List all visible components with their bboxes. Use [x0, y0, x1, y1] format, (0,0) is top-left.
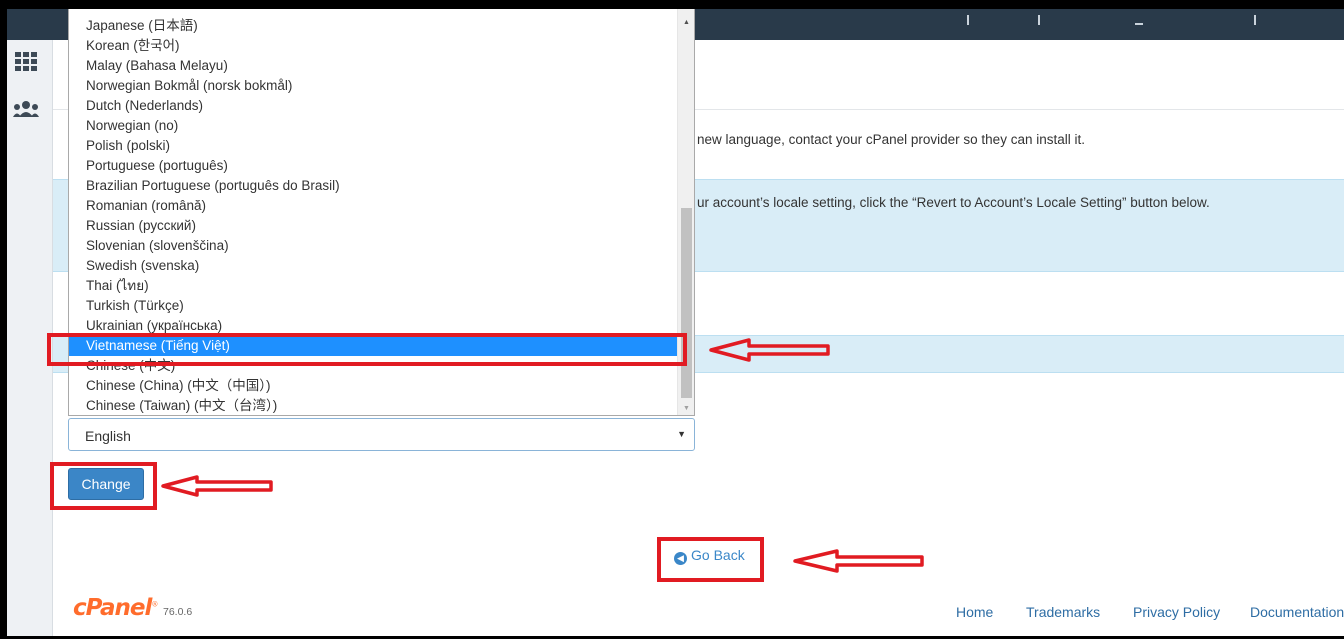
language-option[interactable]: Korean (한국어): [69, 36, 677, 56]
header-mark: [1135, 23, 1143, 25]
language-option[interactable]: Dutch (Nederlands): [69, 96, 677, 116]
language-option[interactable]: Japanese (日本語): [69, 16, 677, 36]
annotation-arrow-icon: [709, 338, 830, 362]
scrollbar-thumb[interactable]: [681, 208, 692, 398]
footer-link-home[interactable]: Home: [956, 604, 993, 620]
language-option[interactable]: Brazilian Portuguese (português do Brasi…: [69, 176, 677, 196]
header-mark: [967, 15, 969, 25]
footer-link-documentation[interactable]: Documentation: [1250, 604, 1344, 620]
language-option[interactable]: Turkish (Türkçe): [69, 296, 677, 316]
language-option[interactable]: Polish (polski): [69, 136, 677, 156]
footer-link-trademarks[interactable]: Trademarks: [1026, 604, 1100, 620]
language-option[interactable]: Thai (ไทย): [69, 276, 677, 296]
language-option[interactable]: Portuguese (português): [69, 156, 677, 176]
language-option[interactable]: Chinese (Taiwan) (中文（台湾）): [69, 396, 677, 415]
language-option[interactable]: Malay (Bahasa Melayu): [69, 56, 677, 76]
language-option[interactable]: Norwegian (no): [69, 116, 677, 136]
footer-link-privacy[interactable]: Privacy Policy: [1133, 604, 1220, 620]
language-select[interactable]: English ▼: [68, 418, 695, 451]
language-option[interactable]: Romanian (română): [69, 196, 677, 216]
annotation-arrow-icon: [161, 475, 273, 497]
scroll-down-icon[interactable]: ▼: [683, 405, 690, 412]
users-icon[interactable]: [13, 100, 39, 123]
language-option[interactable]: Norwegian Bokmål (norsk bokmål): [69, 76, 677, 96]
language-option[interactable]: Russian (русский): [69, 216, 677, 236]
caret-down-icon: ▼: [677, 429, 686, 439]
language-option[interactable]: Slovenian (slovenščina): [69, 236, 677, 256]
annotation-box-go-back: [657, 537, 764, 582]
header-mark: [1254, 15, 1256, 25]
version-label: 76.0.6: [163, 606, 193, 618]
logo-text: cPanel: [73, 595, 152, 621]
annotation-box-change: [50, 462, 157, 510]
annotation-arrow-icon: [793, 549, 924, 573]
annotation-box-vietnamese: [47, 333, 687, 366]
grid-icon[interactable]: [15, 52, 37, 77]
header-mark: [1038, 15, 1040, 25]
info-text-install: new language, contact your cPanel provid…: [697, 132, 1085, 147]
scroll-up-icon[interactable]: ▲: [683, 19, 690, 26]
cpanel-logo[interactable]: cPanel®: [73, 595, 158, 621]
language-option[interactable]: Swedish (svenska): [69, 256, 677, 276]
language-select-value: English: [85, 428, 131, 444]
language-option[interactable]: Chinese (China) (中文（中国）): [69, 376, 677, 396]
page-canvas: new language, contact your cPanel provid…: [7, 9, 1344, 636]
info-text-revert: ur account’s locale setting, click the “…: [697, 195, 1210, 210]
